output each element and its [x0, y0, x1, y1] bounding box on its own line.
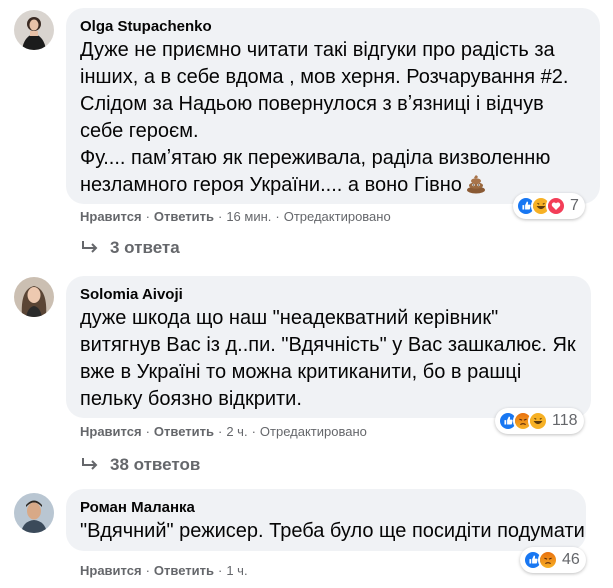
reaction-count: 46	[562, 551, 580, 568]
like-button[interactable]: Нравится	[80, 424, 142, 439]
comment-text: дуже шкода що наш "неадекватний керівник…	[80, 305, 577, 413]
separator-dot: ·	[145, 209, 150, 224]
comment-line: "Вдячний" режисер. Треба було ще посидіт…	[80, 520, 585, 542]
separator-dot: ·	[275, 209, 280, 224]
poop-emoji-icon	[466, 175, 485, 194]
reply-arrow-icon	[82, 241, 98, 253]
like-button[interactable]: Нравится	[80, 209, 142, 224]
replies-count: 38 ответов	[110, 455, 201, 474]
like-button[interactable]: Нравится	[80, 563, 142, 578]
edited-label: Отредактировано	[283, 209, 391, 224]
love-icon	[546, 196, 566, 216]
comment-timestamp[interactable]: 1 ч.	[226, 563, 247, 578]
comment-line: Слідом за Надьою повернулося з вʼязниці …	[80, 93, 544, 115]
comment-line-last: незламного героя України.... а воно Гівн…	[80, 172, 586, 199]
reply-button[interactable]: Ответить	[154, 209, 214, 224]
comment-author[interactable]: Olga Stupachenko	[80, 17, 586, 36]
separator-dot: ·	[251, 424, 256, 439]
comment-line: дуже шкода що наш "неадекватний керівник…	[80, 307, 499, 329]
edited-label: Отредактировано	[259, 424, 367, 439]
separator-dot: ·	[145, 563, 150, 578]
comment-text: Дуже не приємно читати такі відгуки про …	[80, 37, 586, 199]
comment-bubble: Olga Stupachenko Дуже не приємно читати …	[66, 8, 600, 204]
comment-bubble: Solomia Aivoji дуже шкода що наш "неадек…	[66, 276, 591, 418]
comment-actions: Нравится · Ответить · 16 мин. · Отредактирован…	[80, 209, 391, 225]
haha-icon	[528, 411, 548, 431]
comment-author[interactable]: Solomia Aivoji	[80, 285, 577, 304]
reaction-count: 118	[552, 412, 578, 429]
comment-line: інших, а в себе вдома , мов херня. Розча…	[80, 66, 569, 88]
avatar[interactable]	[14, 10, 54, 50]
angry-icon	[538, 550, 558, 570]
comment-line: витягнув Вас із д..пи. "Вдячність" у Вас…	[80, 334, 576, 356]
comment-line: вже в Україні то можна критиканити, бо в…	[80, 361, 522, 383]
separator-dot: ·	[217, 563, 223, 578]
comment-actions: Нравится · Ответить · 1 ч.	[80, 563, 248, 579]
comment-author[interactable]: Роман Маланка	[80, 498, 572, 517]
comment-line: себе героєм.	[80, 120, 199, 142]
comment-timestamp[interactable]: 16 мин.	[226, 209, 271, 224]
comment-line: незламного героя України.... а воно Гівн…	[80, 174, 462, 196]
comment-timestamp[interactable]: 2 ч.	[226, 424, 247, 439]
avatar[interactable]	[14, 493, 54, 533]
comment-actions: Нравится · Ответить · 2 ч. · Отредактировано	[80, 424, 367, 440]
reply-button[interactable]: Ответить	[154, 424, 214, 439]
avatar[interactable]	[14, 277, 54, 317]
reply-button[interactable]: Ответить	[154, 563, 214, 578]
comment-line: Дуже не приємно читати такі відгуки про …	[80, 39, 555, 61]
view-replies-button[interactable]: 3 ответа	[80, 238, 180, 258]
comment-bubble: Роман Маланка "Вдячний" режисер. Треба б…	[66, 489, 586, 551]
separator-dot: ·	[145, 424, 150, 439]
reply-arrow-icon	[82, 458, 98, 470]
separator-dot: ·	[217, 424, 223, 439]
view-replies-button[interactable]: 38 ответов	[80, 455, 200, 475]
reaction-summary[interactable]: 7	[513, 193, 585, 219]
comment-line: Фу.... памʼятаю як переживала, раділа ви…	[80, 147, 551, 169]
comment-text: "Вдячний" режисер. Треба було ще посидіт…	[80, 518, 585, 545]
reaction-summary[interactable]: 46	[520, 547, 586, 573]
separator-dot: ·	[217, 209, 223, 224]
reaction-count: 7	[570, 197, 579, 214]
replies-count: 3 ответа	[110, 238, 180, 257]
reaction-summary[interactable]: 118	[495, 408, 584, 434]
